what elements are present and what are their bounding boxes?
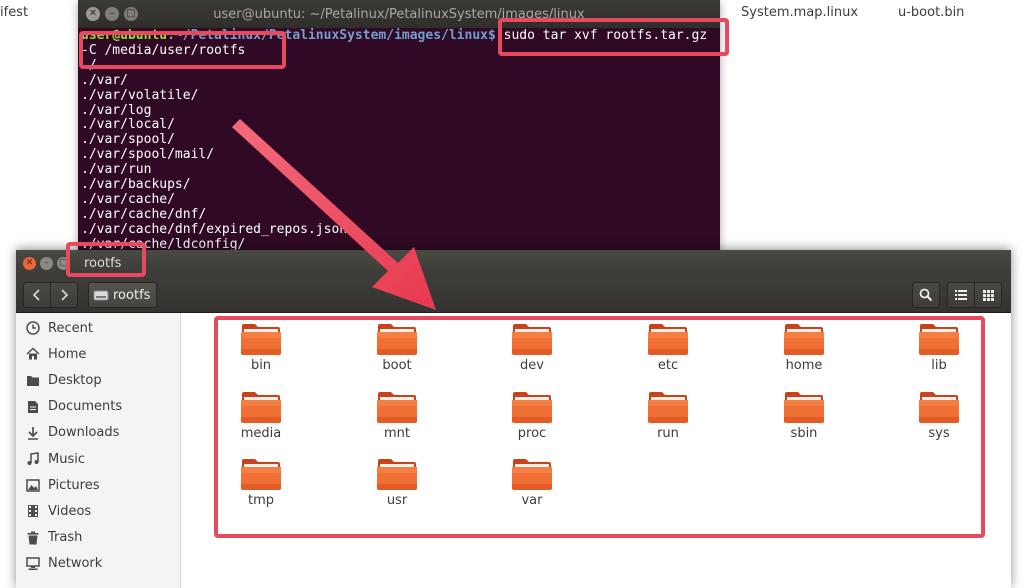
desktop-file-label[interactable]: u-boot.bin — [898, 5, 964, 20]
path-bar-button[interactable]: rootfs — [88, 282, 158, 308]
sidebar-item-label: Home — [48, 346, 87, 362]
sidebar-item-label: Desktop — [48, 372, 102, 388]
sidebar-item-downloads[interactable]: Downloads — [16, 420, 180, 446]
terminal-output-line: ./var/cache/ — [81, 191, 175, 207]
sidebar-item-label: Documents — [48, 399, 123, 415]
highlight-window-title — [66, 242, 146, 277]
terminal-output-line: ./var/volatile/ — [81, 87, 199, 103]
chevron-right-icon — [61, 289, 69, 301]
path-bar-label: rootfs — [113, 287, 151, 303]
file-manager-toolbar: rootfs — [16, 276, 1011, 313]
sidebar-item-label: Trash — [48, 530, 83, 546]
list-view-icon — [955, 290, 967, 300]
search-icon — [919, 288, 933, 302]
terminal-output-line: ./var/spool/mail/ — [81, 147, 215, 163]
download-icon — [25, 425, 41, 441]
highlight-tar-command — [498, 18, 729, 56]
music-icon — [25, 451, 41, 467]
sidebar-item-label: Videos — [48, 503, 92, 519]
network-icon — [25, 556, 41, 572]
grid-view-icon — [982, 289, 994, 301]
pictures-icon — [25, 477, 41, 493]
desktop-file-label[interactable]: System.map.linux — [741, 5, 858, 20]
sidebar-item-desktop[interactable]: Desktop — [16, 367, 180, 393]
list-view-button[interactable] — [947, 282, 975, 308]
sidebar-item-trash[interactable]: Trash — [16, 525, 180, 551]
close-icon[interactable]: ✕ — [23, 256, 36, 270]
grid-view-button[interactable] — [974, 282, 1002, 308]
sidebar-item-music[interactable]: Music — [16, 446, 180, 472]
videos-icon — [25, 503, 41, 519]
documents-icon — [25, 399, 41, 415]
sidebar-item-label: Network — [48, 556, 103, 572]
sidebar-item-pictures[interactable]: Pictures — [16, 472, 180, 498]
trash-icon — [25, 530, 41, 546]
terminal-output-line: ./var/log — [81, 102, 152, 118]
desktop-folder-icon — [25, 372, 41, 388]
sidebar-item-label: Music — [48, 451, 85, 467]
terminal-output-line: ./var/run — [81, 162, 152, 178]
sidebar-item-documents[interactable]: Documents — [16, 394, 180, 420]
terminal-output-line: ./var/local/ — [81, 117, 175, 133]
back-button[interactable] — [23, 282, 51, 308]
clock-icon — [25, 320, 41, 336]
sidebar-item-recent[interactable]: Recent — [16, 315, 180, 341]
home-icon — [25, 346, 41, 362]
sidebar-item-label: Downloads — [48, 425, 120, 441]
forward-button[interactable] — [50, 282, 78, 308]
terminal-output-line: ./var/ — [81, 72, 128, 88]
sidebar-item-label: Pictures — [48, 477, 100, 493]
desktop-file-label[interactable]: ifest — [0, 5, 28, 20]
terminal-output-line: ./var/cache/dnf/expired_repos.json — [81, 221, 348, 237]
chevron-left-icon — [32, 289, 40, 301]
sidebar-item-videos[interactable]: Videos — [16, 498, 180, 524]
terminal-output-line: ./var/cache/dnf/ — [81, 206, 207, 222]
sidebar-item-home[interactable]: Home — [16, 341, 180, 367]
terminal-output-line: ./var/spool/ — [81, 132, 175, 148]
minimize-icon[interactable]: – — [40, 256, 53, 270]
terminal-output-line: ./var/backups/ — [81, 177, 191, 193]
drive-icon — [93, 290, 109, 301]
search-button[interactable] — [912, 282, 940, 308]
highlight-command-continuation — [79, 31, 286, 69]
sidebar-item-label: Recent — [48, 320, 93, 336]
sidebar-item-network[interactable]: Network — [16, 551, 180, 577]
highlight-folder-grid — [214, 316, 985, 538]
file-manager-titlebar[interactable]: ✕ – □ rootfs — [16, 250, 1011, 276]
sidebar: Recent Home Desktop Documents Downloads … — [16, 313, 181, 588]
